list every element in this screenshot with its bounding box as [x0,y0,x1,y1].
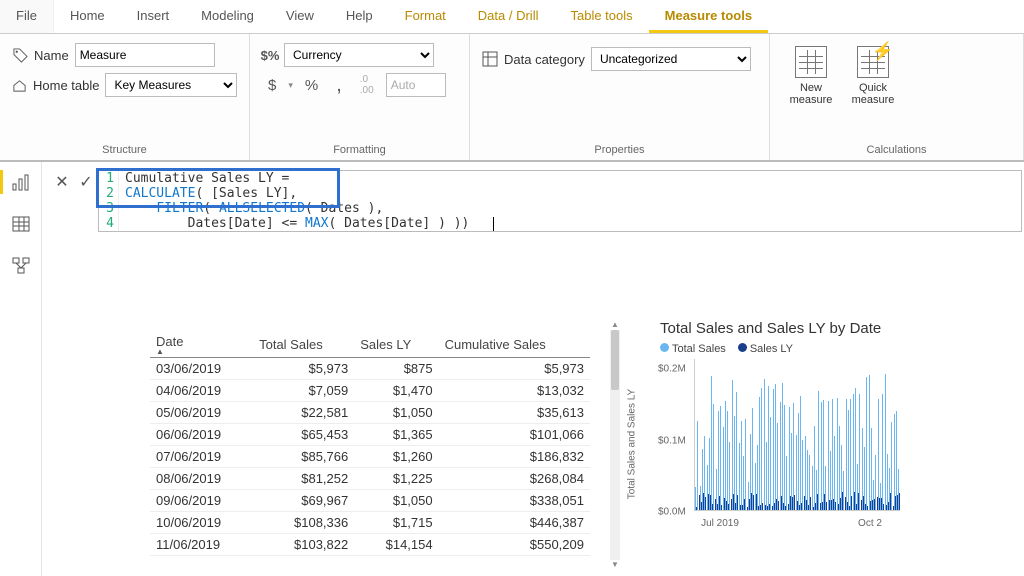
scrollbar-thumb[interactable] [611,330,619,390]
tab-modeling[interactable]: Modeling [185,0,270,33]
ribbon-group-properties: Data category Uncategorized Properties [470,34,770,160]
group-label-properties: Properties [482,142,757,160]
col-header[interactable]: Total Sales [253,330,354,358]
report-canvas: Date▲Total SalesSales LYCumulative Sales… [50,260,1024,576]
table-scrollbar[interactable]: ▲ ▼ [610,330,620,560]
new-measure-icon [795,46,827,78]
tab-measure-tools[interactable]: Measure tools [649,0,768,33]
formula-bar: ✕ ✓ 1Cumulative Sales LY =2CALCULATE( [S… [50,170,1022,232]
table-row[interactable]: 06/06/2019$65,453$1,365$101,066 [150,424,590,446]
report-view-icon[interactable] [9,170,33,194]
new-measure-button[interactable]: New measure [782,44,840,142]
scroll-up-icon[interactable]: ▲ [610,320,620,330]
format-icon: $% [262,47,278,63]
category-icon [482,51,498,67]
table-visual[interactable]: Date▲Total SalesSales LYCumulative Sales… [150,330,590,556]
group-label-structure: Structure [12,142,237,160]
chart-ylabel: Total Sales and Sales LY [627,389,638,499]
tag-icon [12,47,28,63]
tab-data-drill[interactable]: Data / Drill [462,0,555,33]
formula-cancel-button[interactable]: ✕ [50,170,74,194]
side-nav [0,162,42,576]
tab-file[interactable]: File [0,0,54,33]
tab-view[interactable]: View [270,0,330,33]
formula-editor[interactable]: 1Cumulative Sales LY =2CALCULATE( [Sales… [98,170,1022,232]
quick-measure-icon: ⚡ [857,46,889,78]
data-category-select[interactable]: Uncategorized [591,47,751,71]
table-row[interactable]: 10/06/2019$108,336$1,715$446,387 [150,512,590,534]
data-view-icon[interactable] [9,212,33,236]
table-row[interactable]: 03/06/2019$5,973$875$5,973 [150,358,590,380]
ribbon-group-calculations: New measure ⚡ Quick measure Calculations [770,34,1024,160]
measure-name-input[interactable] [75,43,215,67]
decimals-icon[interactable]: .0.00 [354,72,380,98]
name-label: Name [34,48,69,63]
currency-button[interactable]: $ [262,75,282,96]
group-label-formatting: Formatting [262,142,457,160]
chart-plot [694,359,900,511]
model-view-icon[interactable] [9,254,33,278]
tab-insert[interactable]: Insert [121,0,186,33]
tab-table-tools[interactable]: Table tools [554,0,648,33]
table-row[interactable]: 07/06/2019$85,766$1,260$186,832 [150,446,590,468]
tab-help[interactable]: Help [330,0,389,33]
format-select[interactable]: Currency [284,43,434,67]
home-table-select[interactable]: Key Measures [105,73,237,97]
table-row[interactable]: 09/06/2019$69,967$1,050$338,051 [150,490,590,512]
table-row[interactable]: 08/06/2019$81,252$1,225$268,084 [150,468,590,490]
col-header[interactable]: Sales LY [354,330,438,358]
table-row[interactable]: 11/06/2019$103,822$14,154$550,209 [150,534,590,556]
group-label-calculations: Calculations [782,142,1011,160]
home-icon [12,77,27,93]
ribbon-group-formatting: $% Currency $▾ % , .0.00 Formatting [250,34,470,160]
thousands-button[interactable]: , [330,78,348,92]
col-header[interactable]: Cumulative Sales [439,330,590,358]
table-row[interactable]: 05/06/2019$22,581$1,050$35,613 [150,402,590,424]
formula-commit-button[interactable]: ✓ [74,170,98,194]
scroll-down-icon[interactable]: ▼ [610,560,620,570]
quick-measure-button[interactable]: ⚡ Quick measure [844,44,902,142]
data-category-label: Data category [504,52,585,67]
legend-dot-total [660,343,669,352]
chart-visual[interactable]: Total Sales and Sales LY by Date Total S… [660,320,1024,529]
chart-legend: Total Sales Sales LY [660,343,1024,355]
ribbon-group-structure: Name Home table Key Measures Structure [0,34,250,160]
tab-home[interactable]: Home [54,0,121,33]
table-row[interactable]: 04/06/2019$7,059$1,470$13,032 [150,380,590,402]
col-header[interactable]: Date▲ [150,330,253,358]
percent-button[interactable]: % [299,75,324,96]
tab-format[interactable]: Format [389,0,462,33]
legend-dot-ly [738,343,747,352]
chart-title: Total Sales and Sales LY by Date [660,320,1024,337]
ribbon: Name Home table Key Measures Structure $… [0,34,1024,162]
decimals-input[interactable] [386,73,446,97]
chart-body: Total Sales and Sales LY $0.2M $0.1M $0.… [660,359,900,529]
home-table-label: Home table [33,78,99,93]
menubar: FileHomeInsertModelingViewHelpFormatData… [0,0,1024,34]
